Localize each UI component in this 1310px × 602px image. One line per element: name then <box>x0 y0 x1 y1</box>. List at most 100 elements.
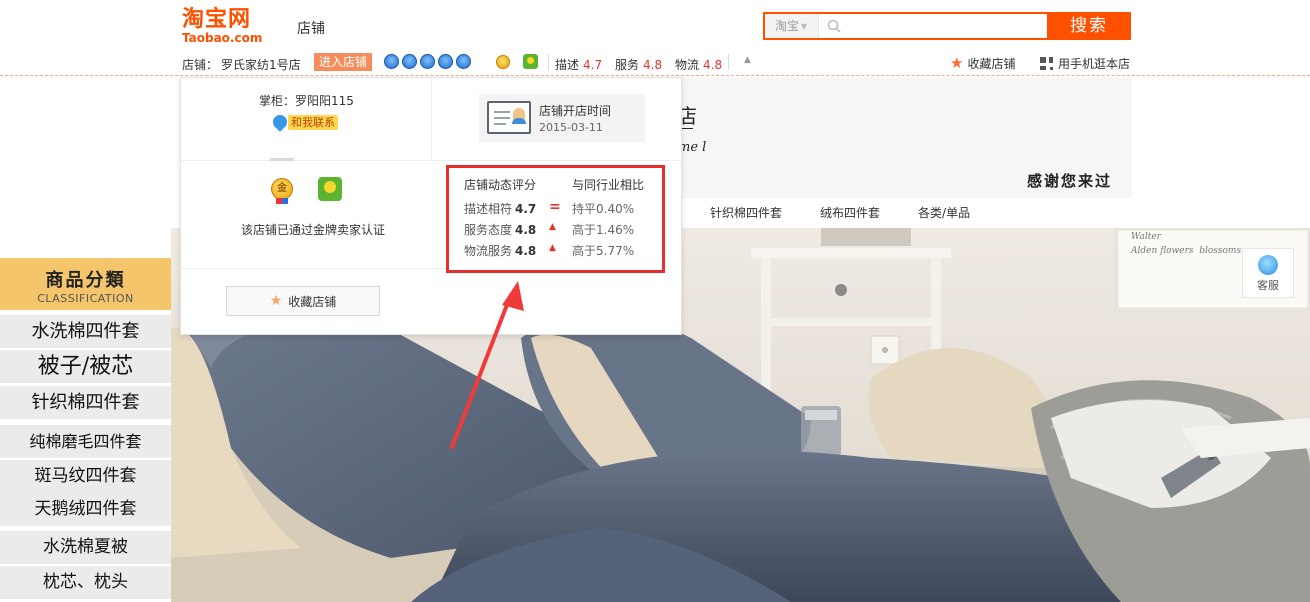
arrow-up-icon: ▲ <box>549 222 556 232</box>
category-subtitle: CLASSIFICATION <box>37 292 134 305</box>
rating-row-score: 4.8 <box>515 244 537 258</box>
gold-seller-cert-text: 该店铺已通过金牌卖家认证 <box>241 223 386 237</box>
rating-label: 物流 <box>675 58 700 72</box>
header-section-label: 店铺 <box>297 21 325 37</box>
crown-icon <box>384 54 399 69</box>
shop-label: 店铺： <box>182 58 219 72</box>
divider <box>431 78 432 160</box>
certification-icon[interactable] <box>318 177 342 201</box>
compare-header: 与同行业相比 <box>572 178 645 192</box>
id-card-icon <box>487 101 531 134</box>
rating-label: 描述 <box>555 58 580 72</box>
qrcode-icon <box>1039 56 1054 71</box>
mobile-shop-link[interactable]: 用手机逛本店 <box>1039 55 1130 72</box>
rating-row-compare: 持平0.40% <box>572 202 635 216</box>
rating-description[interactable]: 描述 4.7 <box>555 56 602 73</box>
favorite-shop-label: 收藏店铺 <box>967 57 1016 71</box>
shop-info-bar: 店铺： 罗氏家纺1号店 进入店铺 描述 4.7 服务 4.8 物流 4.8 ▲ ★ 收… <box>0 52 1310 76</box>
logo-english: Taobao.com <box>182 31 263 45</box>
favorite-shop-label: 收藏店铺 <box>288 294 337 309</box>
crown-icon <box>456 54 471 69</box>
rating-service[interactable]: 服务 4.8 <box>615 56 662 73</box>
divider <box>181 268 446 269</box>
taobao-logo[interactable]: 淘宝网 Taobao.com <box>182 8 272 46</box>
rating-header: 店铺动态评分 <box>464 178 537 192</box>
mobile-shop-label: 用手机逛本店 <box>1058 57 1131 71</box>
banner-script-text: me l <box>678 140 707 155</box>
seller-level-crowns[interactable] <box>384 54 471 70</box>
rating-value: 4.8 <box>703 58 723 72</box>
contact-seller-label: 和我联系 <box>288 114 338 130</box>
shop-nav-item[interactable]: 绒布四件套 <box>820 204 880 221</box>
crown-icon <box>402 54 417 69</box>
shop-nav-item[interactable]: 针织棉四件套 <box>710 204 782 221</box>
rating-row-score: 4.8 <box>515 223 537 237</box>
favorite-shop-button[interactable]: ★ 收藏店铺 <box>226 286 380 316</box>
wangwang-icon <box>270 112 290 132</box>
search-scope-label: 淘宝 <box>775 19 800 33</box>
category-item[interactable]: 纯棉磨毛四件套 <box>0 425 171 458</box>
category-item[interactable]: 天鹅绒四件套 <box>0 493 171 526</box>
rating-row-logistics: 物流服务 4.8 <box>464 242 536 259</box>
rating-row-description: 描述相符 4.7 <box>464 200 536 217</box>
rating-row-label: 物流服务 <box>464 244 513 258</box>
divider <box>548 54 549 70</box>
rating-row-label: 服务态度 <box>464 223 513 237</box>
chevron-down-icon: ▼ <box>801 22 808 31</box>
rating-value: 4.7 <box>583 58 603 72</box>
rating-row-compare: 高于5.77% <box>572 244 635 258</box>
rating-row-score: 4.7 <box>515 202 537 216</box>
category-item[interactable]: 水洗棉夏被 <box>0 531 171 564</box>
customer-service-button[interactable]: 客服 <box>1242 248 1294 298</box>
search-box: 淘宝 ▼ 搜索 <box>763 12 1131 40</box>
logo-chinese: 淘宝网 <box>182 7 252 32</box>
star-icon: ★ <box>950 54 964 72</box>
divider <box>181 160 681 161</box>
divider <box>728 54 729 70</box>
shop-open-date-card: 店铺开店时间 2015-03-11 <box>479 94 645 142</box>
service-icon <box>1258 255 1278 275</box>
category-title: 商品分類 <box>45 270 126 291</box>
open-date-value: 2015-03-11 <box>539 121 603 134</box>
banner-welcome-text: 感谢您来过 <box>1026 172 1112 190</box>
star-icon: ★ <box>269 293 283 309</box>
search-scope-select[interactable]: 淘宝 ▼ <box>765 14 819 38</box>
rating-logistics[interactable]: 物流 4.8 <box>675 56 722 73</box>
shop-navigation: 套 针织棉四件套 绒布四件套 各类/单品 <box>660 204 970 221</box>
frame-text: Walter Alden flowers blossoms <box>1131 232 1242 256</box>
rating-row-label: 描述相符 <box>464 202 513 216</box>
gold-seller-icon[interactable] <box>496 55 510 69</box>
search-button[interactable]: 搜索 <box>1047 12 1131 40</box>
divider <box>270 158 294 161</box>
search-icon <box>827 19 841 33</box>
gold-medal-icon[interactable]: 金 <box>271 178 293 204</box>
certification-icon[interactable] <box>523 54 538 69</box>
category-item[interactable]: 水洗棉四件套 <box>0 315 171 348</box>
shop-owner: 掌柜：罗阳阳115 <box>259 94 354 108</box>
enter-shop-button[interactable]: 进入店铺 <box>314 53 373 71</box>
contact-seller-button[interactable]: 和我联系 <box>270 112 338 132</box>
category-item[interactable]: 被子/被芯 <box>0 350 171 383</box>
category-header: 商品分類 CLASSIFICATION <box>0 258 171 310</box>
search-input[interactable] <box>847 14 1045 38</box>
favorite-shop-link[interactable]: ★ 收藏店铺 <box>950 55 1015 72</box>
shop-name-link[interactable]: 罗氏家纺1号店 <box>221 56 301 73</box>
arrow-up-icon: ▲ <box>549 243 556 253</box>
rating-row-compare: 高于1.46% <box>572 223 635 237</box>
crown-icon <box>420 54 435 69</box>
customer-service-label: 客服 <box>1257 279 1279 292</box>
category-item[interactable]: 枕芯、枕头 <box>0 566 171 599</box>
rating-value: 4.8 <box>643 58 663 72</box>
rating-label: 服务 <box>615 58 640 72</box>
category-item[interactable]: 针织棉四件套 <box>0 386 171 419</box>
open-date-label: 店铺开店时间 <box>539 104 612 118</box>
chevron-up-icon[interactable]: ▲ <box>744 55 751 65</box>
annotation-arrow-icon <box>450 281 524 449</box>
shop-nav-item[interactable]: 各类/单品 <box>918 204 970 221</box>
dynamic-rating-panel: 店铺动态评分 与同行业相比 描述相符 4.7 = 持平0.40% 服务态度 4.8 … <box>446 165 665 273</box>
category-sidebar: 商品分類 CLASSIFICATION 水洗棉四件套 被子/被芯 针织棉四件套 … <box>0 258 171 602</box>
gold-coin: 金 <box>271 178 293 200</box>
equal-icon: = <box>549 199 561 215</box>
rating-row-service: 服务态度 4.8 <box>464 221 536 238</box>
category-item[interactable]: 斑马纹四件套 <box>0 460 171 493</box>
